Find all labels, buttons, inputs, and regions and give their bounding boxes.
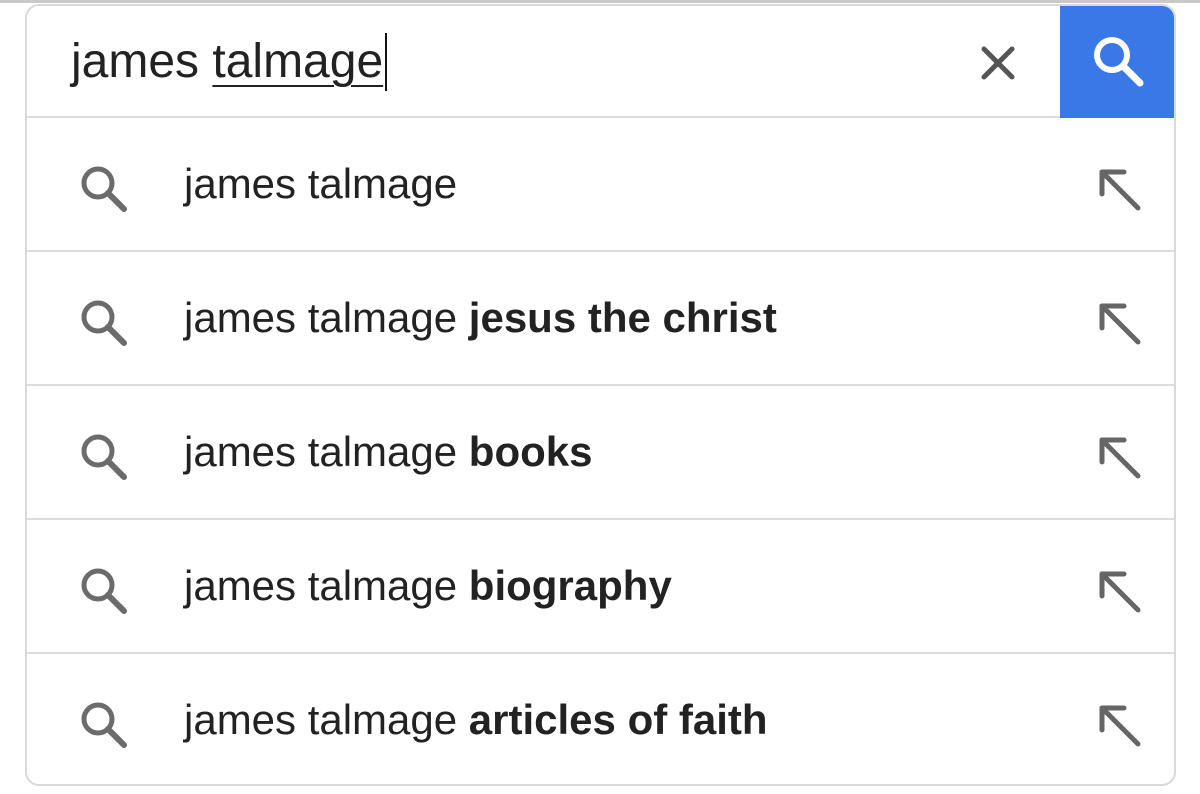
search-icon [81,568,127,614]
arrow-up-left-icon[interactable] [1094,432,1144,482]
suggestion-item[interactable]: james talmage biography [27,520,1174,654]
arrow-up-left-icon[interactable] [1094,566,1144,616]
search-bar[interactable]: james talmage [27,6,1174,118]
search-submit-button[interactable] [1060,6,1174,118]
query-text: james [71,35,213,88]
suggestion-text: james talmage books [184,386,592,518]
suggestion-text: james talmage biography [184,520,672,652]
suggestion-base-text: james talmage [184,428,458,475]
suggestion-text: james talmage articles of faith [184,654,768,784]
suggestion-item[interactable]: james talmage [27,118,1174,252]
search-icon [81,702,127,748]
suggestion-item[interactable]: james talmage articles of faith [27,654,1174,784]
arrow-up-left-icon[interactable] [1094,700,1144,750]
arrow-up-left-icon[interactable] [1094,164,1144,214]
suggestion-base-text: james talmage [184,160,458,207]
search-icon [81,166,127,212]
suggestion-completion-text: jesus the christ [468,294,777,341]
suggestion-completion-text: articles of faith [468,696,768,743]
suggestion-base-text: james talmage [184,696,458,743]
arrow-up-left-icon[interactable] [1094,298,1144,348]
suggestion-completion-text: books [468,428,593,475]
suggestion-item[interactable]: james talmage jesus the christ [27,252,1174,386]
suggestion-item[interactable]: james talmage books [27,386,1174,520]
search-input[interactable]: james talmage [71,26,388,98]
suggestion-base-text: james talmage [184,562,458,609]
close-icon [981,46,1015,80]
query-composing-text: talmage [212,35,384,88]
search-icon [81,300,127,346]
suggestion-list: james talmage james talmage jesus the ch… [27,118,1174,784]
suggestion-completion-text: biography [468,562,672,609]
suggestion-text: james talmage jesus the christ [184,252,777,384]
clear-button[interactable] [963,28,1033,98]
search-icon [1094,37,1144,87]
search-autocomplete-box: james talmage james talmage james talmag… [25,4,1176,786]
search-icon [81,434,127,480]
suggestion-text: james talmage [184,118,457,250]
suggestion-base-text: james talmage [184,294,458,341]
top-divider [0,0,1200,3]
text-caret [385,33,388,91]
